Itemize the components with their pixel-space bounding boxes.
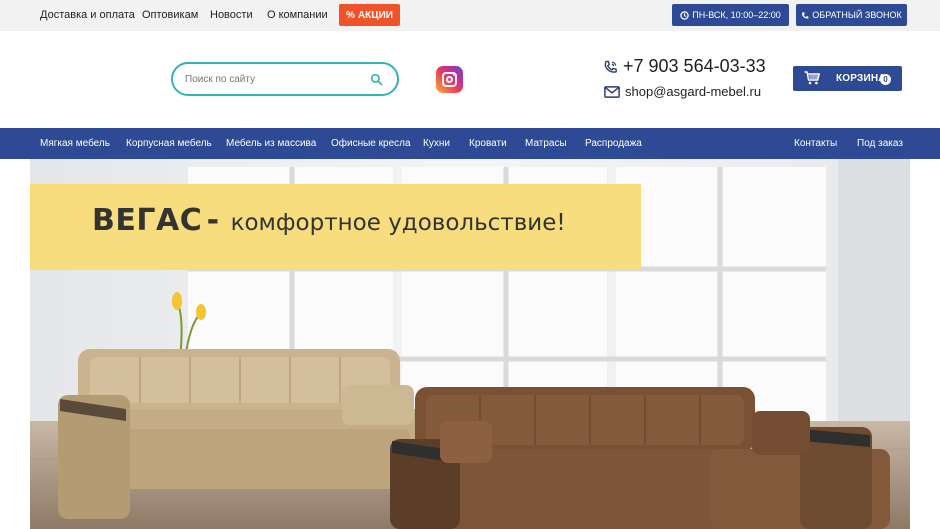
nav-item-sale[interactable]: Распродажа: [585, 128, 642, 159]
nav-item-upholstered[interactable]: Мягкая мебель: [40, 128, 110, 159]
search-input[interactable]: [185, 70, 365, 88]
nav-item-solid-wood[interactable]: Мебель из массива: [226, 128, 316, 159]
search-box: [171, 62, 399, 96]
callback-label: ОБРАТНЫЙ ЗВОНОК: [812, 10, 902, 20]
callback-button[interactable]: ОБРАТНЫЙ ЗВОНОК: [796, 4, 907, 26]
sale-label: АКЦИИ: [357, 9, 393, 21]
promo-subtitle: комфортное удовольствие!: [230, 210, 566, 236]
link-about[interactable]: О компании: [267, 0, 328, 31]
nav-item-mattresses[interactable]: Матрасы: [525, 128, 567, 159]
top-bar: Доставка и оплата Оптовикам Новости О ко…: [0, 0, 940, 31]
cart-icon: [804, 71, 820, 85]
nav-item-office-chairs[interactable]: Офисные кресла: [331, 128, 411, 159]
phone-number[interactable]: +7 903 564-03-33: [623, 56, 766, 77]
phone-icon: [604, 60, 617, 73]
hours-button[interactable]: ПН-ВСК, 10:00–22:00: [672, 4, 789, 26]
nav-item-kitchens[interactable]: Кухни: [423, 128, 450, 159]
hours-label: ПН-ВСК, 10:00–22:00: [692, 10, 781, 20]
search-icon[interactable]: [370, 73, 383, 86]
promo-heading: ВЕГАС - комфортное удовольствие!: [92, 203, 566, 238]
clock-icon: [680, 10, 689, 20]
cart-count-badge: 0: [880, 74, 891, 85]
nav-item-cabinet[interactable]: Корпусная мебель: [126, 128, 212, 159]
main-nav: Мягкая мебель Корпусная мебель Мебель из…: [0, 128, 940, 159]
percent-icon: %: [346, 9, 355, 21]
cart-button[interactable]: КОРЗИНА 0: [793, 66, 902, 91]
promo-title: ВЕГАС: [92, 203, 203, 238]
phone-icon: [802, 11, 809, 19]
mail-icon: [604, 86, 620, 98]
promo-banner[interactable]: ВЕГАС - комфортное удовольствие!: [30, 159, 910, 529]
nav-item-custom-order[interactable]: Под заказ: [857, 128, 903, 159]
nav-item-contacts[interactable]: Контакты: [794, 128, 837, 159]
link-wholesale[interactable]: Оптовикам: [142, 0, 198, 31]
email-link[interactable]: shop@asgard-mebel.ru: [625, 84, 761, 99]
sale-button[interactable]: % АКЦИИ: [339, 4, 400, 26]
link-news[interactable]: Новости: [210, 0, 253, 31]
instagram-icon[interactable]: [436, 66, 463, 93]
cart-label: КОРЗИНА: [836, 73, 886, 84]
nav-item-beds[interactable]: Кровати: [469, 128, 507, 159]
link-delivery[interactable]: Доставка и оплата: [40, 0, 135, 31]
